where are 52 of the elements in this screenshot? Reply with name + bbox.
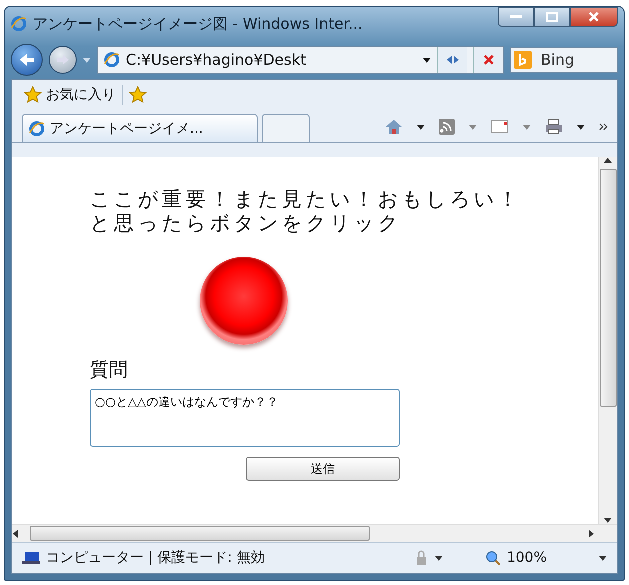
minimize-icon — [510, 15, 522, 19]
browser-logo-icon — [11, 16, 27, 32]
zoom-icon[interactable] — [484, 550, 501, 566]
window-title: アンケートページイメージ図 - Windows Inter... — [33, 14, 364, 34]
minimize-button[interactable] — [498, 7, 534, 27]
dropdown-icon — [469, 123, 477, 131]
maximize-icon — [546, 12, 558, 22]
forward-button[interactable] — [49, 46, 77, 74]
home-icon[interactable] — [385, 118, 403, 136]
scroll-left-icon — [12, 530, 20, 538]
feed-icon[interactable] — [439, 119, 455, 135]
back-button[interactable] — [11, 44, 43, 76]
history-dropdown-icon — [83, 56, 91, 64]
prompt-text: と思ったらボタンをクリック — [90, 211, 402, 235]
browser-tab[interactable]: アンケートページイメ... — [22, 114, 258, 142]
scroll-right-icon — [587, 530, 595, 538]
zoom-level: 100% — [506, 550, 547, 566]
dropdown-icon — [577, 123, 585, 131]
computer-icon — [22, 551, 40, 565]
print-icon[interactable] — [545, 119, 563, 135]
dropdown-icon — [423, 56, 431, 64]
chevron-icon[interactable] — [599, 122, 609, 132]
favorites-button[interactable]: お気に入り — [24, 86, 116, 104]
dropdown-icon — [417, 123, 425, 131]
zone-status: コンピューター | 保護モード: 無効 — [46, 549, 265, 567]
refresh-icon — [444, 54, 460, 66]
refresh-button[interactable] — [437, 47, 467, 73]
maximize-button[interactable] — [534, 7, 570, 27]
close-button[interactable] — [570, 7, 618, 27]
back-arrow-icon — [19, 53, 35, 67]
browser-logo-icon — [29, 120, 45, 136]
address-bar[interactable]: C:¥Users¥hagino¥Deskt — [97, 46, 504, 74]
scrollbar-thumb[interactable] — [600, 169, 616, 407]
dropdown-icon — [434, 554, 443, 562]
browser-logo-icon — [104, 52, 120, 68]
round-click-button[interactable] — [200, 257, 288, 345]
search-engine-logo-icon — [514, 51, 532, 69]
forward-arrow-icon — [56, 54, 70, 66]
stop-button[interactable] — [473, 47, 503, 73]
question-label: 質問 — [90, 358, 129, 383]
close-icon — [482, 54, 494, 66]
scrollbar-thumb[interactable] — [30, 526, 370, 541]
mail-icon[interactable] — [491, 120, 509, 134]
dropdown-icon — [523, 123, 531, 131]
prompt-text: ここが重要！また見たい！おもしろい！ — [90, 187, 522, 211]
submit-button[interactable]: 送信 — [246, 457, 400, 481]
scroll-up-icon — [604, 157, 612, 165]
star-icon — [24, 86, 42, 104]
close-icon — [588, 11, 600, 23]
question-field[interactable]: ○○と△△の違いはなんですか？？ — [90, 389, 400, 447]
add-favorite-icon — [129, 86, 147, 104]
dropdown-icon — [599, 554, 607, 562]
